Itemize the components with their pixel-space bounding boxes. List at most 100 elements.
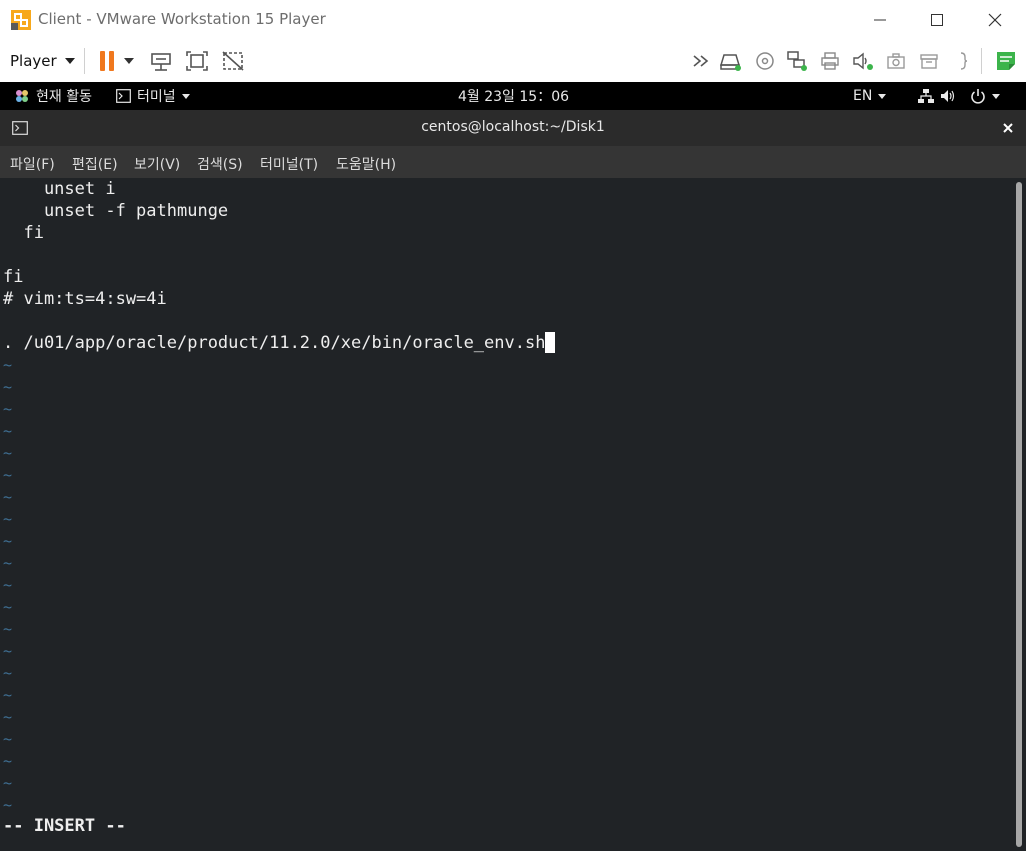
window-title: Client - VMware Workstation 15 Player [38,10,326,28]
pause-button[interactable] [94,48,120,74]
menu-view[interactable]: 보기(V) [134,154,180,174]
chevron-down-icon [124,58,134,64]
empty-line-tilde: ~ [3,664,13,682]
unity-button[interactable] [220,48,246,74]
terminal-app-menu[interactable]: 터미널 [116,87,190,105]
power-icon [971,89,985,104]
serial-icon [960,52,968,70]
cdrom-button[interactable] [754,50,776,72]
empty-line-tilde: ~ [3,422,13,440]
minimize-button[interactable] [851,0,909,40]
send-ctrl-alt-del-button[interactable] [148,48,174,74]
player-toolbar: Player [0,40,1026,82]
scrollbar-thumb[interactable] [1016,182,1022,847]
empty-line-tilde: ~ [3,796,13,814]
menu-help[interactable]: 도움말(H) [336,154,396,174]
gnome-foot-icon [16,90,28,102]
pause-menu-button[interactable] [119,48,139,74]
chevron-down-icon [878,93,887,99]
forward-icon [693,55,709,67]
terminal-scrollbar[interactable] [1012,178,1026,851]
volume-icon [941,90,955,102]
maximize-button[interactable] [908,0,966,40]
terminal-menu-bar: 파일(F) 편집(E) 보기(V) 검색(S) 터미널(T) 도움말(H) [0,146,1026,178]
vmware-player-icon [10,9,32,31]
empty-line-tilde: ~ [3,774,13,792]
close-terminal-button[interactable] [1000,120,1016,136]
vmware-title-bar[interactable]: Client - VMware Workstation 15 Player [0,0,1026,40]
activities-button[interactable]: 현재 활동 [14,87,92,105]
message-button[interactable] [995,50,1017,72]
player-menu-label: Player [10,52,57,70]
empty-line-tilde: ~ [3,752,13,770]
network-icon [787,51,807,71]
vim-line: unset i [3,179,116,199]
vim-line: unset -f pathmunge [3,201,229,221]
network-wired-icon [918,89,934,103]
sound-button[interactable] [852,50,874,72]
close-window-button[interactable] [966,0,1024,40]
empty-line-tilde: ~ [3,686,13,704]
player-menu-button[interactable]: Player [10,50,75,72]
serial-button[interactable] [953,50,975,72]
menu-search[interactable]: 검색(S) [197,154,243,174]
gnome-top-bar: 현재 활동 터미널 4월 23일 15：06 EN [0,82,1026,110]
empty-line-tilde: ~ [3,488,13,506]
menu-file[interactable]: 파일(F) [10,154,55,174]
pause-icon [100,51,114,71]
clock-label: 4월 23일 15：06 [458,89,570,105]
menu-edit[interactable]: 편집(E) [72,154,118,174]
empty-line-tilde: ~ [3,400,13,418]
terminal-content-area[interactable]: unset i unset -f pathmunge fi fi # vim:t… [0,178,1026,851]
vim-line: fi [3,267,24,287]
vim-line: fi [3,223,44,243]
terminal-icon [116,89,131,103]
empty-line-tilde: ~ [3,620,13,638]
vim-cursor-line: . /u01/app/oracle/product/11.2.0/xe/bin/… [3,332,556,354]
fullscreen-icon [186,51,208,71]
terminal-title: centos@localhost:~/Disk1 [421,119,605,135]
empty-line-tilde: ~ [3,730,13,748]
printer-button[interactable] [819,50,841,72]
toolbar-divider [981,48,982,74]
message-icon [997,52,1015,70]
activities-label: 현재 활동 [36,89,92,105]
camera-icon [887,53,905,69]
usb-button[interactable] [918,50,940,72]
chevron-down-icon [181,93,190,99]
close-icon [1003,123,1013,133]
empty-line-tilde: ~ [3,510,13,528]
fullscreen-button[interactable] [184,48,210,74]
cdrom-icon [756,52,774,70]
vim-mode-indicator: -- INSERT -- [3,816,126,836]
language-selector[interactable]: EN [853,87,887,105]
empty-line-tilde: ~ [3,554,13,572]
unity-icon [222,51,244,71]
network-button[interactable] [786,50,808,72]
harddisk-icon [720,54,741,71]
text-cursor [545,332,556,353]
empty-line-tilde: ~ [3,642,13,660]
close-icon [988,13,1002,27]
empty-line-tilde: ~ [3,378,13,396]
empty-line-tilde: ~ [3,532,13,550]
chevron-down-icon [992,93,1000,99]
terminal-header-bar: centos@localhost:~/Disk1 [0,110,1026,146]
empty-line-tilde: ~ [3,576,13,594]
clock[interactable]: 4월 23일 15：06 [458,87,569,105]
menu-terminal[interactable]: 터미널(T) [260,154,318,174]
empty-line-tilde: ~ [3,466,13,484]
system-status-menu[interactable] [918,87,1000,105]
harddisk-button[interactable] [720,50,742,72]
camera-button[interactable] [885,50,907,72]
send-ctrl-alt-del-icon [151,53,171,71]
chevron-down-icon [64,58,75,64]
sound-icon [853,52,873,70]
vim-line-text: . /u01/app/oracle/product/11.2.0/xe/bin/… [3,333,546,353]
forward-button[interactable] [691,50,713,72]
printer-icon [821,52,839,70]
language-label: EN [853,88,873,104]
maximize-icon [931,14,943,26]
minimize-icon [874,19,886,21]
vim-line: # vim:ts=4:sw=4i [3,289,167,309]
